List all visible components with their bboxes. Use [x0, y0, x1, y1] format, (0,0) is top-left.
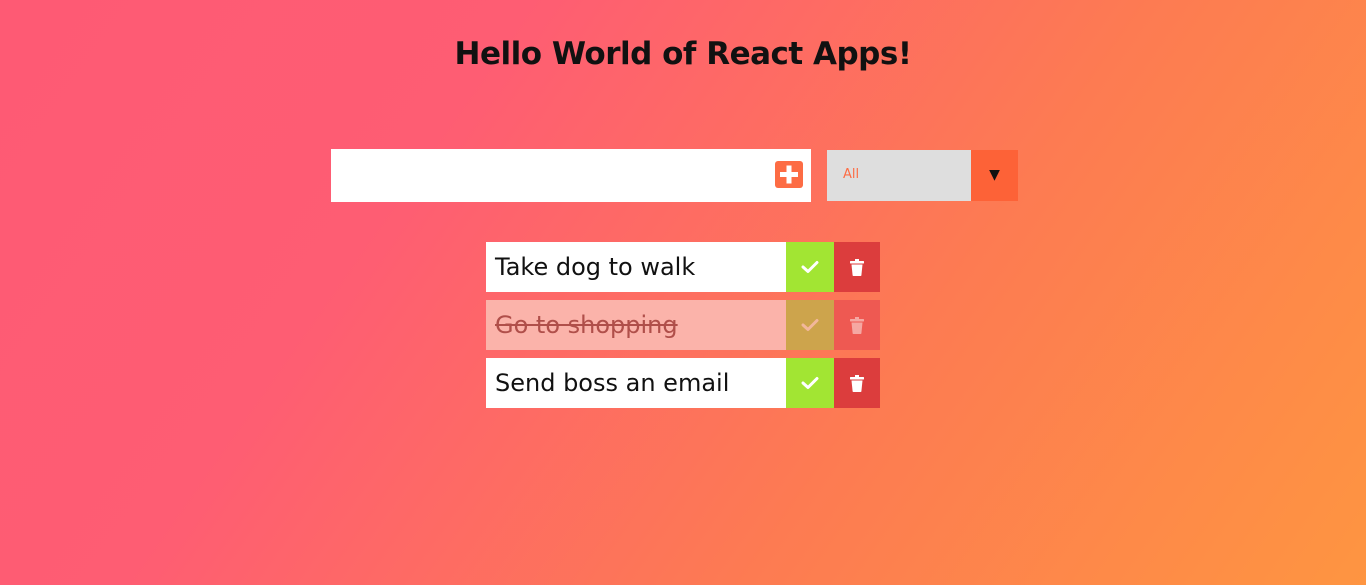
check-icon — [801, 261, 819, 273]
todo-item: Send boss an email — [486, 358, 880, 408]
trash-icon — [850, 316, 864, 334]
todo-item: Take dog to walk — [486, 242, 880, 292]
todo-input[interactable] — [331, 149, 767, 202]
complete-button[interactable] — [786, 300, 834, 350]
trash-icon — [850, 258, 864, 276]
chevron-down-icon: ▼ — [989, 167, 1000, 183]
todo-list: Take dog to walk Go to shopping Send bos… — [486, 242, 880, 416]
filter-select[interactable]: All ▼ — [827, 150, 1018, 201]
check-icon — [801, 319, 819, 331]
complete-button[interactable] — [786, 358, 834, 408]
todo-form — [331, 149, 811, 202]
check-icon — [801, 377, 819, 389]
delete-button[interactable] — [834, 300, 880, 350]
filter-dropdown-toggle[interactable]: ▼ — [971, 150, 1018, 201]
complete-button[interactable] — [786, 242, 834, 292]
filter-selected-value: All — [843, 167, 860, 182]
delete-button[interactable] — [834, 242, 880, 292]
add-todo-button[interactable] — [775, 161, 803, 188]
todo-item-text: Take dog to walk — [486, 242, 786, 292]
todo-item-text: Go to shopping — [486, 300, 786, 350]
todo-item-text: Send boss an email — [486, 358, 786, 408]
plus-square-icon — [780, 165, 798, 184]
todo-item: Go to shopping — [486, 300, 880, 350]
trash-icon — [850, 374, 864, 392]
page-title: Hello World of React Apps! — [454, 36, 912, 72]
delete-button[interactable] — [834, 358, 880, 408]
